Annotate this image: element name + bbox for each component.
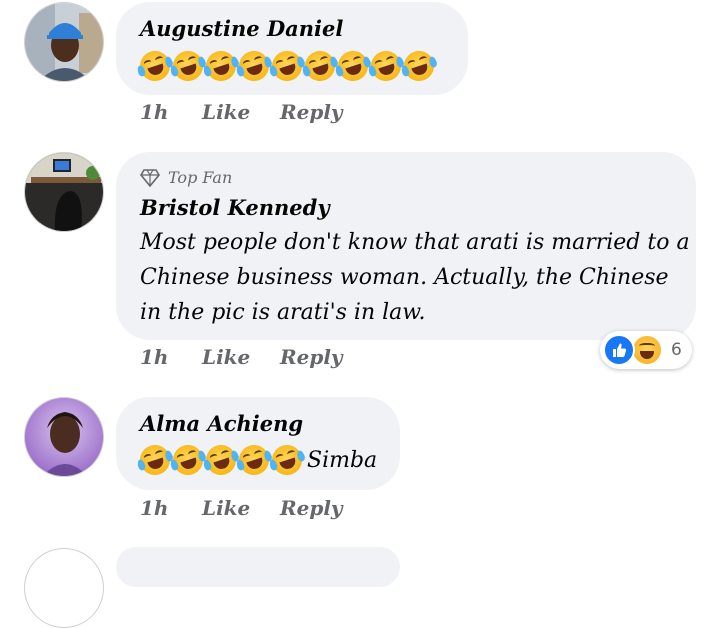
reaction-summary[interactable]: 6 xyxy=(600,331,692,369)
comment-bubble-2: Top Fan Bristol Kennedy Most people don'… xyxy=(116,152,696,340)
reply-button[interactable]: Reply xyxy=(280,100,343,124)
profile-photo xyxy=(25,3,103,81)
comment-actions-2: 1h Like Reply xyxy=(140,345,343,369)
rofl-emoji-icon xyxy=(367,47,405,85)
rofl-emoji-icon xyxy=(169,441,207,479)
diamond-icon xyxy=(140,168,160,187)
like-button[interactable]: Like xyxy=(202,100,280,124)
rofl-emoji-icon xyxy=(136,47,174,85)
emoji-row xyxy=(136,47,438,85)
rofl-emoji-icon xyxy=(268,47,306,85)
rofl-emoji-icon xyxy=(235,441,273,479)
rofl-emoji-icon xyxy=(334,47,372,85)
comment-bubble-3: Alma Achieng Simba xyxy=(116,397,400,490)
commenter-name[interactable]: Bristol Kennedy xyxy=(140,195,330,220)
rofl-emoji-icon xyxy=(202,47,240,85)
reply-button[interactable]: Reply xyxy=(280,496,343,520)
avatar-augustine-daniel[interactable] xyxy=(24,2,104,82)
like-button[interactable]: Like xyxy=(202,345,280,369)
reply-button[interactable]: Reply xyxy=(280,345,343,369)
rofl-emoji-icon xyxy=(136,441,174,479)
commenter-name[interactable]: Alma Achieng xyxy=(140,411,303,436)
comment-time[interactable]: 1h xyxy=(140,100,202,124)
avatar-alma-achieng[interactable] xyxy=(24,397,104,477)
reaction-count: 6 xyxy=(671,340,682,360)
rofl-emoji-icon xyxy=(268,441,306,479)
avatar-next-comment[interactable] xyxy=(24,548,104,628)
profile-photo xyxy=(25,153,103,231)
comment-text-line-3: in the pic is arati's in law. xyxy=(140,300,426,325)
comment-time[interactable]: 1h xyxy=(140,496,202,520)
comment-actions-1: 1h Like Reply xyxy=(140,100,343,124)
profile-photo xyxy=(25,398,103,476)
comment-bubble-1: Augustine Daniel xyxy=(116,2,468,95)
comment-time[interactable]: 1h xyxy=(140,345,202,369)
rofl-emoji-icon xyxy=(202,441,240,479)
emoji-row: Simba xyxy=(136,441,378,479)
commenter-name[interactable]: Augustine Daniel xyxy=(140,16,343,41)
rofl-emoji-icon xyxy=(301,47,339,85)
top-fan-badge: Top Fan xyxy=(140,168,232,187)
top-fan-label: Top Fan xyxy=(168,168,233,187)
rofl-emoji-icon xyxy=(400,47,438,85)
comment-bubble-4 xyxy=(116,547,400,587)
comment-actions-3: 1h Like Reply xyxy=(140,496,343,520)
avatar-bristol-kennedy[interactable] xyxy=(24,152,104,232)
comment-text-line-2: Chinese business woman. Actually, the Ch… xyxy=(140,265,669,290)
like-reaction-icon xyxy=(603,334,635,366)
haha-reaction-icon xyxy=(631,334,663,366)
comment-text: Simba xyxy=(307,447,378,473)
comment-text-line-1: Most people don't know that arati is mar… xyxy=(140,230,690,255)
rofl-emoji-icon xyxy=(235,47,273,85)
like-button[interactable]: Like xyxy=(202,496,280,520)
thumbs-up-icon xyxy=(613,343,627,357)
rofl-emoji-icon xyxy=(169,47,207,85)
